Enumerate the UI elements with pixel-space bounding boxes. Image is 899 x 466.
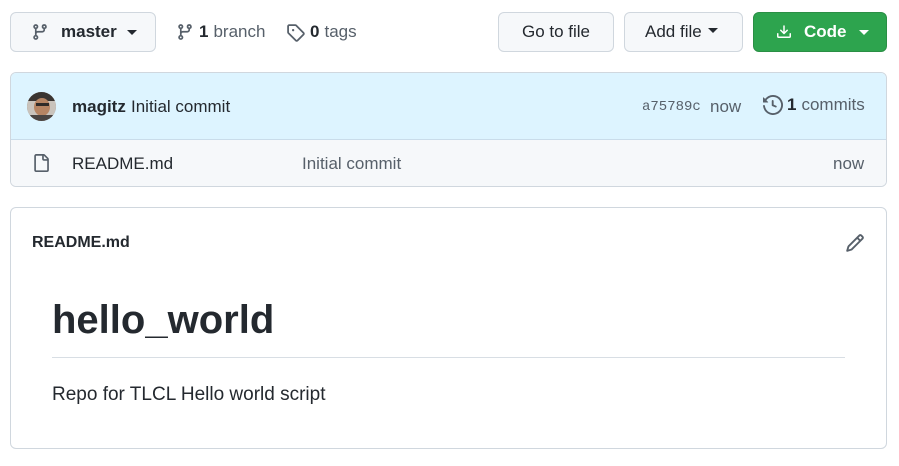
add-file-button[interactable]: Add file xyxy=(624,12,743,52)
download-icon xyxy=(776,24,792,40)
commits-link[interactable]: 1 commits xyxy=(763,95,865,115)
tag-count: 0 xyxy=(310,22,320,41)
commits-count: 1 xyxy=(787,95,797,114)
file-name[interactable]: README.md xyxy=(72,154,173,174)
file-icon xyxy=(32,154,50,172)
tag-count-link[interactable]: 0 tags xyxy=(286,12,357,52)
commit-time: now xyxy=(710,97,742,116)
commits-label: commits xyxy=(801,95,865,114)
git-branch-icon xyxy=(176,23,194,41)
branch-count: 1 xyxy=(199,22,209,41)
commit-message[interactable]: Initial commit xyxy=(131,97,230,117)
pencil-icon xyxy=(846,234,864,252)
readme-filename[interactable]: README.md xyxy=(32,234,130,252)
readme-heading: hello_world xyxy=(52,298,275,342)
go-to-file-label: Go to file xyxy=(521,22,591,41)
file-row[interactable]: README.md Initial commit now xyxy=(11,140,886,186)
chevron-down-icon xyxy=(126,29,137,35)
branch-count-label: branch xyxy=(213,22,266,41)
commit-author[interactable]: magitz xyxy=(72,97,126,117)
tag-icon xyxy=(286,23,305,42)
file-commit-message[interactable]: Initial commit xyxy=(302,154,401,174)
readme-body: Repo for TLCL Hello world script xyxy=(52,384,326,405)
avatar[interactable] xyxy=(27,92,56,121)
code-button[interactable]: Code xyxy=(753,12,887,52)
add-file-label: Add file xyxy=(645,22,702,41)
branch-selector-button[interactable]: master xyxy=(10,12,156,52)
branch-count-link[interactable]: 1 branch xyxy=(176,12,265,52)
file-listing-box: magitz Initial commit a75789c now 1 comm… xyxy=(10,72,887,187)
branch-selector-label: master xyxy=(61,22,117,41)
git-branch-icon xyxy=(31,23,49,41)
readme-box: README.md hello_world Repo for TLCL Hell… xyxy=(10,207,887,449)
history-icon xyxy=(763,95,783,115)
file-time: now xyxy=(833,154,865,173)
latest-commit-header: magitz Initial commit a75789c now 1 comm… xyxy=(11,73,886,140)
edit-readme-button[interactable] xyxy=(845,233,865,253)
chevron-down-icon xyxy=(858,29,869,35)
go-to-file-button[interactable]: Go to file xyxy=(498,12,614,52)
chevron-down-icon xyxy=(707,27,718,33)
tag-count-label: tags xyxy=(324,22,357,41)
code-label: Code xyxy=(804,22,847,41)
commit-sha[interactable]: a75789c xyxy=(642,99,701,115)
heading-divider xyxy=(52,357,845,358)
